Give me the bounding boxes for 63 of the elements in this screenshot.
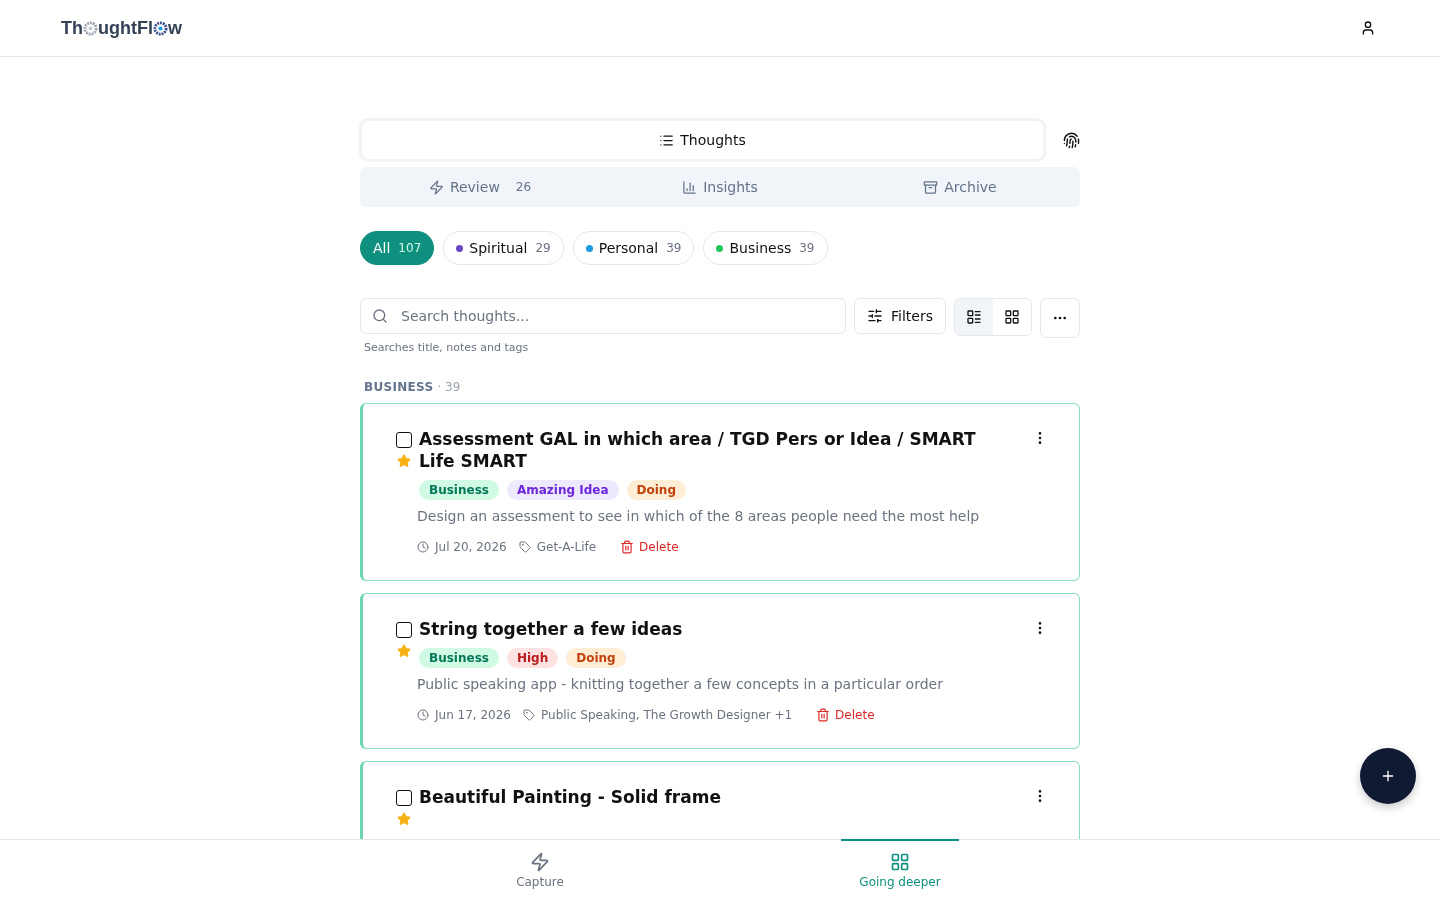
labels: Public Speaking, The Growth Designer +1 [541,708,793,722]
section-count: · 39 [437,380,461,394]
thought-card[interactable] [360,403,1080,581]
grid-icon [890,852,910,872]
clock-icon [417,541,429,553]
filters-button[interactable]: Filters [854,298,946,334]
tab[interactable]: Review 26 [360,167,600,207]
thought-title: String together a few ideas [419,618,684,640]
thought-card[interactable]: String together a few ideas Business High Doing Public speaking app - knitting together a few concepts in a particular order Jun 17, 2026 Public Speaking, The Growth Designer +1 Delete [360,593,1080,749]
tag: Doing [626,480,686,500]
thoughts-tab[interactable]: Thoughts [362,121,1043,159]
tag: Business [419,480,499,500]
thought-title: Beautiful Painting - Solid frame [419,786,722,808]
archive-icon [923,179,939,195]
list-icon [659,132,675,148]
logo-ring-icon [153,20,168,36]
thought-note: Design an assessment to see in which of the 8 areas people need the most help [417,508,981,524]
thought-note: Public speaking app - knitting together a few concepts in a particular order [417,676,944,692]
tag: Amazing Idea [506,480,619,500]
delete-button[interactable]: Delete [620,540,679,554]
star-icon[interactable] [397,454,411,468]
tag: Doing [566,648,626,668]
checkbox[interactable] [396,432,412,448]
labels: Get-A-Life [536,540,597,554]
plus-icon [1380,768,1396,784]
filter-chip[interactable]: Personal 39 [572,231,695,265]
user-icon[interactable] [1360,20,1376,36]
search-hint: Searches title, notes and tags [364,341,530,354]
delete-button[interactable]: Delete [816,708,875,722]
star-icon[interactable] [397,812,411,826]
add-button[interactable] [1360,748,1416,804]
tag-icon [523,709,535,721]
nav-tab[interactable]: Going deeper [841,839,959,900]
tag: High [506,648,559,668]
logo[interactable]: Th ughtFl w [61,17,182,39]
sliders-icon [867,308,884,324]
date: Jun 17, 2026 [435,708,511,722]
checkbox[interactable] [396,622,412,638]
grid-icon [1004,309,1020,325]
tag: Business [419,648,499,668]
trash-icon [816,708,831,722]
date: Jul 20, 2026 [435,540,507,554]
checkbox[interactable] [396,790,412,806]
tab[interactable]: Archive [840,167,1080,207]
bar-chart-icon [682,179,698,195]
tag-icon [518,541,531,553]
search-icon [372,308,388,324]
star-icon[interactable] [397,644,411,658]
lightning-icon [530,852,550,872]
trash-icon [620,540,635,554]
section-title: BUSINESS [364,380,434,394]
filter-chip[interactable]: All 107 [360,231,435,265]
filter-chip[interactable]: Business 39 [703,231,828,265]
filter-chip[interactable]: Spiritual 29 [443,231,564,265]
search-field[interactable]: Search thoughts... [360,298,847,334]
logo-ring-icon [83,20,98,36]
clock-icon [417,709,429,721]
lightning-icon [428,179,444,195]
fingerprint-icon[interactable] [1063,131,1080,149]
tab[interactable]: Insights [600,167,840,207]
list-icon [966,309,982,325]
list-view-button[interactable] [955,299,993,335]
thought-title: Assessment GAL in which area / TGD Pers or Idea / SMART Life SMART [419,428,977,472]
